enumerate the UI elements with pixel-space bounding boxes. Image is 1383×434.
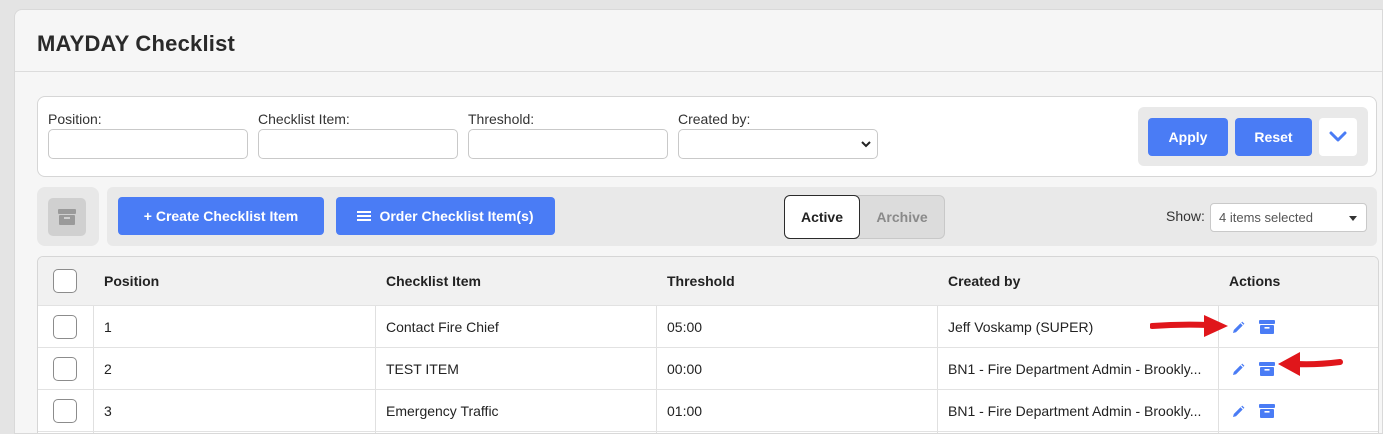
reset-button[interactable]: Reset [1235, 118, 1312, 156]
annotation-arrow-right [1150, 315, 1228, 337]
created-by-filter-label: Created by: [678, 111, 751, 127]
row-checkbox[interactable] [53, 398, 77, 423]
row-select-cell [53, 348, 77, 389]
created-by-select[interactable] [678, 129, 878, 159]
archive-icon[interactable] [1259, 404, 1275, 418]
header-actions: Actions [1229, 273, 1281, 289]
toggle-archive[interactable]: Archive [860, 196, 944, 238]
order-checklist-items-label: Order Checklist Item(s) [379, 208, 534, 224]
edit-pencil-icon[interactable] [1231, 321, 1245, 335]
select-all-checkbox[interactable] [53, 269, 77, 293]
checklist-table: Position Checklist Item Threshold Create… [37, 256, 1379, 433]
threshold-filter: Threshold: [468, 111, 668, 159]
show-columns-select[interactable]: 4 items selected [1210, 203, 1367, 232]
header-threshold[interactable]: Threshold [667, 257, 735, 305]
header-position[interactable]: Position [104, 257, 159, 305]
archive-icon [58, 209, 76, 225]
create-checklist-item-button[interactable]: + Create Checklist Item [118, 197, 324, 235]
row-created-by: BN1 - Fire Department Admin - Brookly... [948, 360, 1202, 377]
row-position: 3 [104, 402, 112, 419]
row-created-by: BN1 - Fire Department Admin - Brookly... [948, 402, 1202, 419]
show-label: Show: [1166, 208, 1205, 224]
row-checkbox[interactable] [53, 314, 77, 339]
bulk-archive-button[interactable] [48, 198, 86, 236]
table-row: 3 Emergency Traffic 01:00 BN1 - Fire Dep… [38, 390, 1378, 432]
apply-button[interactable]: Apply [1148, 118, 1228, 156]
title-divider [15, 71, 1382, 72]
annotation-arrow-left [1278, 352, 1343, 376]
threshold-filter-label: Threshold: [468, 111, 535, 127]
bulk-archive-tile [37, 187, 99, 246]
filter-panel: Position: Checklist Item: Threshold: Cre… [37, 96, 1377, 177]
row-threshold: 00:00 [667, 360, 703, 377]
checklist-panel: MAYDAY Checklist Position: Checklist Ite… [14, 9, 1383, 434]
create-checklist-item-label: + Create Checklist Item [143, 208, 299, 224]
edit-pencil-icon[interactable] [1231, 363, 1245, 377]
row-position: 1 [104, 318, 112, 335]
caret-down-icon [1349, 216, 1357, 221]
active-archive-toggle: Active Archive [784, 195, 945, 239]
edit-pencil-icon[interactable] [1231, 405, 1245, 419]
position-filter-label: Position: [48, 111, 102, 127]
row-created-by: Jeff Voskamp (SUPER) [948, 318, 1094, 335]
chevron-down-icon [861, 141, 871, 148]
position-filter: Position: [48, 111, 248, 159]
item-filter: Checklist Item: [258, 111, 458, 159]
order-checklist-items-button[interactable]: Order Checklist Item(s) [336, 197, 555, 235]
select-all-cell [53, 257, 77, 305]
created-by-filter: Created by: [678, 111, 878, 159]
list-icon [357, 211, 372, 221]
threshold-filter-input[interactable] [468, 129, 668, 159]
row-threshold: 01:00 [667, 402, 703, 419]
row-checklist-item: Contact Fire Chief [386, 318, 499, 335]
row-checklist-item: TEST ITEM [386, 360, 459, 377]
position-filter-input[interactable] [48, 129, 248, 159]
archive-icon[interactable] [1259, 362, 1275, 376]
row-checkbox[interactable] [53, 356, 77, 381]
row-checklist-item: Emergency Traffic [386, 402, 499, 419]
table-toolbar: + Create Checklist Item Order Checklist … [107, 187, 1377, 246]
row-position: 2 [104, 360, 112, 377]
header-created-by[interactable]: Created by [948, 257, 1020, 305]
filter-actions: Apply Reset [1138, 107, 1368, 166]
item-filter-input[interactable] [258, 129, 458, 159]
page-title: MAYDAY Checklist [37, 31, 236, 56]
archive-icon[interactable] [1259, 320, 1275, 334]
row-select-cell [53, 306, 77, 347]
expand-filters-button[interactable] [1319, 118, 1357, 156]
header-checklist-item[interactable]: Checklist Item [386, 257, 481, 305]
toggle-active[interactable]: Active [784, 195, 860, 239]
show-columns-value: 4 items selected [1219, 210, 1313, 225]
chevron-down-icon [1329, 131, 1347, 142]
table-header-row: Position Checklist Item Threshold Create… [38, 257, 1378, 306]
row-select-cell [53, 390, 77, 431]
row-threshold: 05:00 [667, 318, 703, 335]
table-row: 2 TEST ITEM 00:00 BN1 - Fire Department … [38, 348, 1378, 390]
item-filter-label: Checklist Item: [258, 111, 350, 127]
